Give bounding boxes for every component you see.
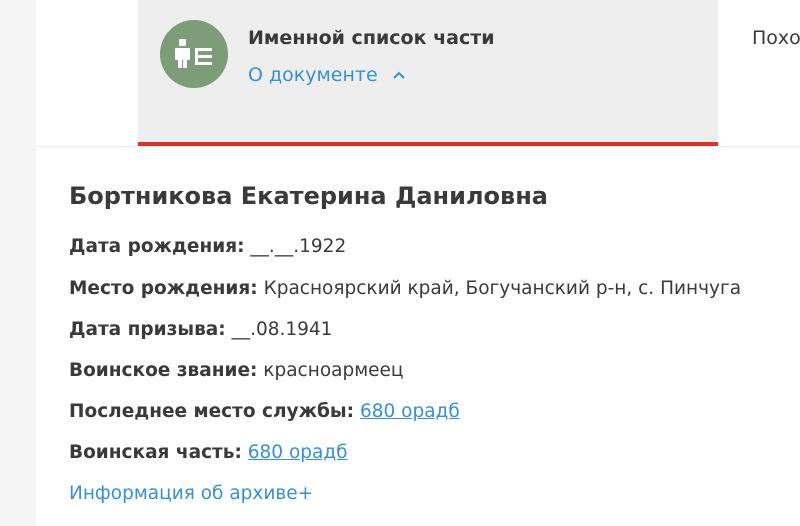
document-title: Именной список части (248, 27, 495, 49)
field-value: красноармеец (263, 360, 404, 381)
record-card: Именной список части О документе Похо Бо… (36, 0, 800, 526)
field-value: __.08.1941 (231, 319, 333, 340)
field-label: Воинская часть: (69, 442, 242, 463)
about-document-link[interactable]: О документе (248, 64, 406, 86)
field-value: Красноярский край, Богучанский р-н, с. П… (263, 278, 742, 299)
person-name: Бортникова Екатерина Даниловна (69, 182, 548, 210)
tab-unit-list[interactable]: Именной список части О документе (138, 0, 718, 146)
field-birth-date: Дата рождения: __.__.1922 (69, 236, 346, 257)
field-label: Дата призыва: (69, 319, 226, 340)
last-service-link[interactable]: 680 орадб (360, 401, 460, 422)
field-label: Дата рождения: (69, 236, 245, 257)
field-birth-place: Место рождения: Красноярский край, Богуч… (69, 278, 741, 299)
field-conscription-date: Дата призыва: __.08.1941 (69, 319, 332, 340)
about-document-label: О документе (248, 64, 378, 86)
document-list-icon (160, 20, 228, 88)
field-unit: Воинская часть: 680 орадб (69, 442, 348, 463)
document-tabs-bar: Именной список части О документе Похо (36, 0, 800, 147)
field-label: Воинское звание: (69, 360, 258, 381)
archive-info-link[interactable]: Информация об архиве+ (69, 483, 313, 504)
chevron-up-icon (392, 63, 406, 85)
field-label: Место рождения: (69, 278, 258, 299)
tab-burial[interactable]: Похо (752, 27, 800, 49)
field-label: Последнее место службы: (69, 401, 355, 422)
field-last-service: Последнее место службы: 680 орадб (69, 401, 460, 422)
field-value: __.__.1922 (250, 236, 347, 257)
field-rank: Воинское звание: красноармеец (69, 360, 404, 381)
unit-link[interactable]: 680 орадб (248, 442, 348, 463)
